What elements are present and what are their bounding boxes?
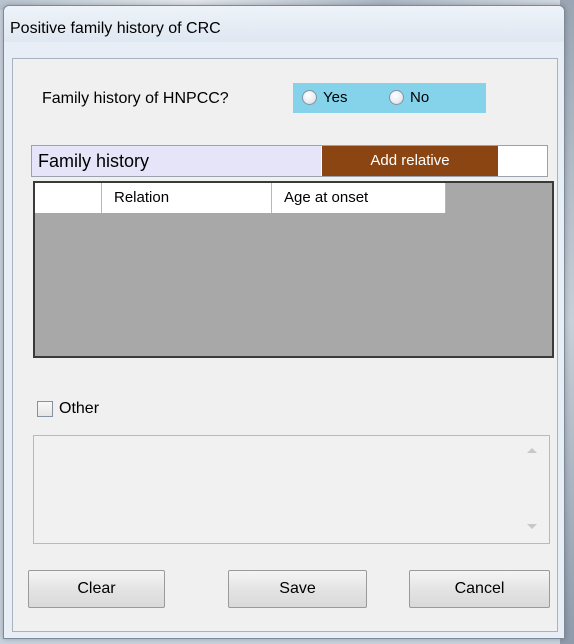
title-bar[interactable]: Positive family history of CRC <box>4 6 564 42</box>
grid-header-row-selector[interactable] <box>35 183 102 213</box>
radio-yes[interactable]: Yes <box>302 89 347 106</box>
radio-yes-circle[interactable] <box>302 90 317 105</box>
family-history-grid[interactable]: Relation Age at onset <box>33 181 554 358</box>
hnpcc-question-label: Family history of HNPCC? <box>42 90 229 107</box>
grid-header-row: Relation Age at onset <box>35 183 446 213</box>
radio-no-circle[interactable] <box>389 90 404 105</box>
grid-header-age-at-onset[interactable]: Age at onset <box>272 183 446 213</box>
other-text-area[interactable] <box>33 435 550 544</box>
scroll-up-arrow-icon[interactable] <box>527 448 537 453</box>
clear-button[interactable]: Clear <box>28 570 165 608</box>
add-relative-button[interactable]: Add relative <box>322 146 498 176</box>
window-title: Positive family history of CRC <box>10 20 221 37</box>
radio-yes-label: Yes <box>323 89 348 106</box>
other-label: Other <box>59 400 100 417</box>
family-history-header: Family history Add relative <box>31 145 548 177</box>
hnpcc-radio-group: Yes No <box>293 83 486 113</box>
family-history-title: Family history <box>32 146 321 176</box>
cancel-button[interactable]: Cancel <box>409 570 550 608</box>
radio-no-label: No <box>410 89 430 106</box>
radio-no[interactable]: No <box>389 89 429 106</box>
other-checkbox-row[interactable]: Other <box>37 400 99 418</box>
other-checkbox[interactable] <box>37 401 53 417</box>
scroll-down-arrow-icon[interactable] <box>527 524 537 529</box>
save-button[interactable]: Save <box>228 570 367 608</box>
grid-header-relation[interactable]: Relation <box>102 183 272 213</box>
